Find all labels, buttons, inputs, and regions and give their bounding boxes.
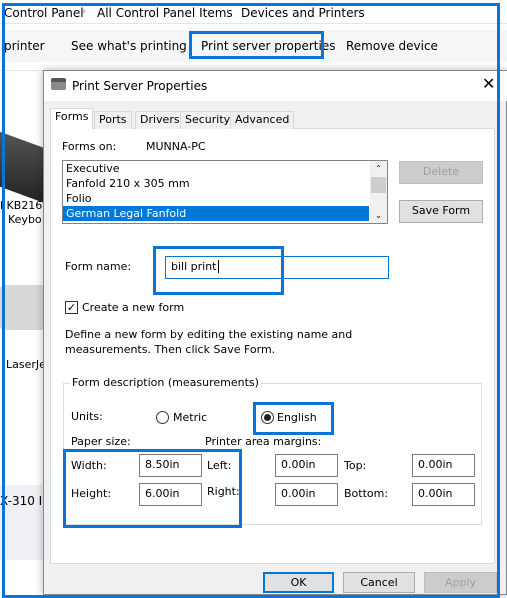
scroll-thumb[interactable] [371, 177, 386, 193]
list-item-selected[interactable]: German Legal Fanfold [63, 206, 369, 221]
units-label: Units: [71, 410, 103, 423]
printer-icon [51, 78, 66, 90]
width-input[interactable]: 8.50in [139, 454, 202, 477]
tab-advanced[interactable]: Advanced [230, 111, 295, 129]
ok-button[interactable]: OK [263, 572, 334, 593]
cancel-button[interactable]: Cancel [343, 572, 415, 593]
device-label: LaserJe [6, 358, 46, 371]
metric-label[interactable]: Metric [173, 411, 207, 424]
metric-radio[interactable] [156, 411, 169, 424]
left-label: Left: [207, 459, 232, 472]
forms-list[interactable]: Executive Fanfold 210 x 305 mm Folio Ger… [62, 160, 388, 224]
scroll-up-icon[interactable]: ⌃ [370, 161, 387, 177]
right-label: Right: [207, 485, 240, 498]
breadcrumb-all-items[interactable]: All Control Panel Items [97, 6, 233, 20]
form-name-label: Form name: [65, 260, 132, 273]
toolbar-add-printer[interactable]: printer [4, 39, 45, 53]
device-label: X-310 I [0, 494, 43, 508]
device-label: l KB216 [0, 199, 43, 212]
left-margin-input[interactable]: 0.00in [275, 454, 338, 477]
close-icon[interactable]: ✕ [482, 74, 495, 93]
breadcrumb-control-panel[interactable]: Control Panel [4, 6, 84, 20]
delete-button[interactable]: Delete [399, 161, 483, 184]
list-item[interactable]: Fanfold 210 x 305 mm [63, 176, 387, 191]
breadcrumb-devices[interactable]: Devices and Printers [241, 6, 365, 20]
list-item[interactable]: Folio [63, 191, 387, 206]
height-input[interactable]: 6.00in [139, 483, 202, 506]
forms-on-label: Forms on: [62, 140, 117, 153]
toolbar-remove-device[interactable]: Remove device [346, 39, 438, 53]
right-margin-input[interactable]: 0.00in [275, 483, 338, 506]
tab-security[interactable]: Security [180, 111, 236, 129]
top-margin-input[interactable]: 0.00in [412, 454, 475, 477]
scroll-down-icon[interactable]: ⌄ [370, 209, 387, 223]
chevron-right-icon: › [82, 6, 86, 17]
forms-on-value: MUNNA-PC [146, 140, 206, 153]
tab-drivers[interactable]: Drivers [135, 111, 185, 129]
group-label: Form description (measurements) [70, 376, 261, 389]
scrollbar[interactable]: ⌃ ⌄ [370, 161, 387, 223]
english-radio[interactable] [261, 411, 274, 424]
width-label: Width: [71, 459, 107, 472]
tab-forms[interactable]: Forms [50, 108, 94, 129]
margins-label: Printer area margins: [205, 435, 322, 448]
form-name-value: bill print [171, 260, 217, 273]
top-label: Top: [344, 459, 367, 472]
bottom-label: Bottom: [344, 487, 389, 500]
tab-ports[interactable]: Ports [94, 111, 132, 129]
help-text-line2: measurements. Then click Save Form. [65, 343, 276, 356]
toolbar-print-server-properties[interactable]: Print server properties [201, 39, 335, 53]
toolbar-see-printing[interactable]: See what's printing [71, 39, 187, 53]
height-label: Height: [71, 487, 112, 500]
apply-button[interactable]: Apply [424, 572, 497, 593]
save-form-button[interactable]: Save Form [399, 200, 483, 223]
chevron-right-icon: › [226, 6, 230, 17]
dialog-title: Print Server Properties [72, 79, 208, 93]
help-text-line1: Define a new form by editing the existin… [65, 328, 353, 341]
bottom-margin-input[interactable]: 0.00in [412, 483, 475, 506]
divider [0, 23, 507, 24]
create-new-form-label[interactable]: Create a new form [82, 301, 184, 314]
english-label[interactable]: English [277, 411, 317, 424]
printer-device-image[interactable] [0, 285, 45, 330]
list-item[interactable]: Executive [63, 161, 387, 176]
keyboard-device-image[interactable] [0, 131, 45, 204]
paper-size-label: Paper size: [71, 435, 131, 448]
create-new-form-checkbox[interactable]: ✓ [65, 301, 78, 314]
form-name-input[interactable]: bill print [165, 256, 389, 279]
device-label: Keybo [8, 213, 42, 226]
